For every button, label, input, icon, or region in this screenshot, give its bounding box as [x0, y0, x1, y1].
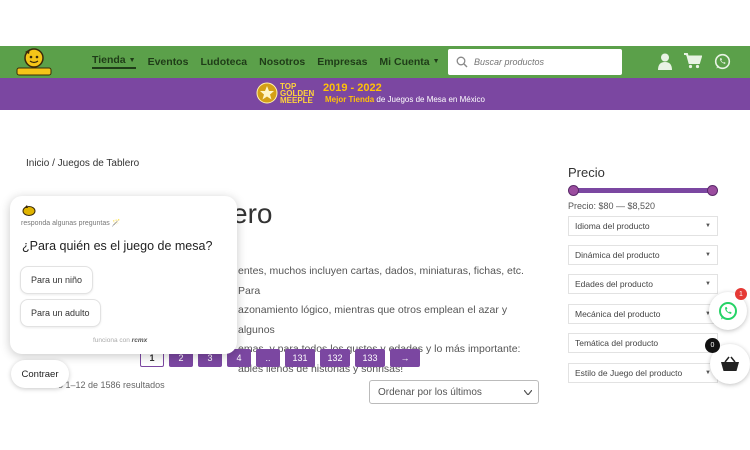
- caret-down-icon: ▼: [705, 252, 711, 258]
- search-input[interactable]: [474, 57, 614, 67]
- price-slider[interactable]: [568, 185, 718, 196]
- nav-nosotros[interactable]: Nosotros: [259, 54, 305, 69]
- nav-empresas[interactable]: Empresas: [317, 54, 367, 69]
- filter-label: Mecánica del producto: [575, 309, 661, 319]
- nav-label: Mi Cuenta: [379, 55, 430, 68]
- price-range-text: Precio: $80 — $8,520: [568, 201, 656, 211]
- caret-down-icon: ▼: [705, 370, 711, 376]
- collapse-button[interactable]: Contraer: [11, 360, 69, 388]
- page-title: ero: [232, 198, 273, 229]
- tagline-bold: Mejor Tienda: [325, 95, 375, 104]
- cart-count-badge: 0: [705, 338, 720, 353]
- option-nino-button[interactable]: Para un niño: [20, 266, 94, 294]
- search-box[interactable]: [448, 49, 622, 75]
- main-nav: Tienda ▼ Eventos Ludoteca Nosotros Empres…: [92, 54, 452, 69]
- order-select[interactable]: Ordenar por los últimos: [369, 380, 539, 404]
- top-header: Tienda ▼ Eventos Ludoteca Nosotros Empres…: [0, 46, 750, 78]
- breadcrumb[interactable]: Inicio / Juegos de Tablero: [26, 158, 139, 169]
- page-131[interactable]: 131: [285, 349, 315, 367]
- nav-label: Tienda: [92, 54, 126, 66]
- award-years: 2019 - 2022: [323, 82, 382, 94]
- caret-down-icon: ▼: [705, 223, 711, 229]
- page: Tienda ▼ Eventos Ludoteca Nosotros Empres…: [0, 0, 750, 450]
- filter-idioma[interactable]: Idioma del producto ▼: [568, 216, 718, 236]
- price-filter-title: Precio: [568, 165, 605, 180]
- whatsapp-float-button[interactable]: 1: [709, 288, 747, 330]
- page-ellipsis: ..: [256, 349, 280, 367]
- description-line: azonamiento lógico, mientras que otros e…: [238, 304, 508, 336]
- nav-mi-cuenta[interactable]: Mi Cuenta ▼: [379, 54, 439, 69]
- order-select-value: Ordenar por los últimos: [378, 386, 482, 398]
- basket-icon: [721, 356, 739, 371]
- filter-label: Temática del producto: [575, 338, 659, 348]
- chevron-down-icon: ▼: [432, 58, 440, 65]
- filter-mecanica[interactable]: Mecánica del producto ▼: [568, 304, 718, 324]
- nav-label: Eventos: [147, 55, 189, 68]
- filter-label: Dinámica del producto: [575, 250, 660, 260]
- filter-edades[interactable]: Edades del producto ▼: [568, 274, 718, 294]
- caret-down-icon: ▼: [705, 281, 711, 287]
- chevron-down-icon: ▼: [128, 56, 136, 64]
- filter-dinamica[interactable]: Dinámica del producto ▼: [568, 245, 718, 265]
- results-count: o 1–12 de 1586 resultados: [58, 380, 165, 390]
- nav-ludoteca[interactable]: Ludoteca: [200, 54, 247, 69]
- logo-icon[interactable]: [16, 47, 52, 77]
- quiz-hint: responda algunas preguntas 🪄: [21, 220, 121, 227]
- nav-label: Nosotros: [259, 55, 306, 68]
- whatsapp-count-badge: 1: [735, 288, 747, 300]
- cart-float-button[interactable]: 0: [705, 338, 750, 384]
- filter-tematica[interactable]: Temática del producto▼: [568, 333, 718, 353]
- nav-tienda[interactable]: Tienda ▼: [92, 54, 136, 69]
- quiz-logo-icon: [22, 205, 36, 216]
- cart-icon[interactable]: [684, 53, 702, 69]
- filter-label: Edades del producto: [575, 279, 653, 289]
- filter-estilo[interactable]: Estilo de Juego del producto ▼: [568, 363, 718, 383]
- nav-label: Ludoteca: [200, 55, 248, 68]
- quiz-popup: responda algunas preguntas 🪄 ¿Para quién…: [10, 196, 237, 354]
- price-slider-min-handle[interactable]: [568, 185, 579, 196]
- filter-label: Idioma del producto: [575, 221, 650, 231]
- powered-brand[interactable]: rcmx: [132, 337, 148, 344]
- page-133[interactable]: 133: [355, 349, 385, 367]
- page-132[interactable]: 132: [320, 349, 350, 367]
- nav-label: Empresas: [317, 55, 368, 68]
- description-line: entes, muchos incluyen cartas, dados, mi…: [238, 265, 524, 297]
- powered-by: funciona con rcmx: [93, 337, 147, 344]
- search-icon: [456, 56, 468, 68]
- tagline-rest: de Juegos de Mesa en México: [374, 95, 485, 104]
- whatsapp-icon[interactable]: [714, 53, 731, 70]
- medal-text: TOP GOLDEN MEEPLE: [280, 83, 314, 105]
- header-icons: [658, 53, 731, 70]
- filter-label: Estilo de Juego del producto: [575, 368, 683, 378]
- award-tagline: Mejor Tienda de Juegos de Mesa en México: [325, 95, 485, 104]
- next-page-button[interactable]: →: [390, 349, 420, 367]
- quiz-question: ¿Para quién es el juego de mesa?: [22, 239, 213, 253]
- whatsapp-icon: [719, 302, 737, 320]
- award-banner: TOP GOLDEN MEEPLE 2019 - 2022 Mejor Tien…: [0, 78, 750, 110]
- powered-prefix: funciona con: [93, 337, 132, 344]
- price-slider-max-handle[interactable]: [707, 185, 718, 196]
- chevron-down-icon: [524, 389, 532, 395]
- medal-line: MEEPLE: [280, 96, 313, 105]
- medal-icon: [256, 82, 278, 104]
- nav-eventos[interactable]: Eventos: [148, 54, 189, 69]
- option-adulto-button[interactable]: Para un adulto: [20, 299, 101, 327]
- user-icon[interactable]: [658, 53, 672, 70]
